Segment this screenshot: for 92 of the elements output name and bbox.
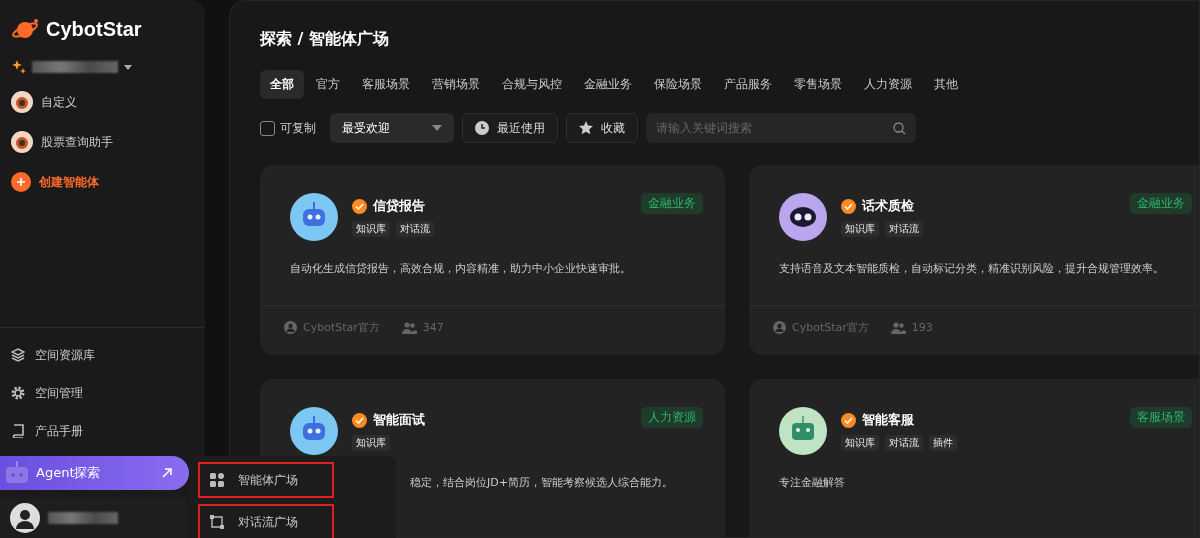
- agent-card[interactable]: 智能客服 知识库 对话流 插件 客服场景 专注金融解答: [749, 379, 1199, 537]
- card-description: 支持语音及文本智能质检，自动标记分类，精准识别风险，提升合规管理效率。: [779, 261, 1165, 277]
- category-tab[interactable]: 官方: [306, 70, 350, 99]
- caret-down-icon: [432, 125, 442, 131]
- agent-item[interactable]: 自定义: [0, 82, 205, 122]
- user-count: 193: [911, 321, 933, 334]
- popup-menu-item[interactable]: 智能体广场: [198, 462, 334, 498]
- category-tab[interactable]: 保险场景: [644, 70, 712, 99]
- verified-badge-icon: [841, 412, 856, 428]
- arrow-up-right-icon: [161, 467, 173, 479]
- clock-icon: [475, 121, 489, 135]
- feature-tag: 知识库: [841, 435, 879, 451]
- agent-name: 自定义: [41, 93, 77, 111]
- sidebar-item-label: 产品手册: [35, 422, 83, 440]
- category-tab[interactable]: 金融业务: [574, 70, 642, 99]
- redacted-user-name: [48, 512, 118, 524]
- feature-tag: 对话流: [885, 435, 923, 451]
- feature-tag: 知识库: [841, 221, 879, 237]
- search-icon: [893, 122, 906, 135]
- recent-button[interactable]: 最近使用: [462, 113, 558, 143]
- user-icon: [773, 321, 786, 334]
- agent-card[interactable]: 信贷报告 知识库 对话流 金融业务 自动化生成信贷报告，高效合规，内容精准，助力中小企业快速审批。 CybotStar官方 347: [260, 165, 725, 355]
- popup-menu-item[interactable]: 对话流广场: [198, 504, 334, 538]
- planet-logo-icon: [12, 18, 40, 40]
- create-agent-link[interactable]: 创建智能体: [0, 162, 205, 202]
- user-avatar-icon: [10, 503, 40, 533]
- category-tag: 人力资源: [641, 407, 703, 428]
- settings-icon: [11, 386, 25, 400]
- category-tag: 客服场景: [1130, 407, 1192, 428]
- user-icon: [284, 321, 297, 334]
- card-title: 智能客服: [862, 411, 914, 429]
- sidebar-item-label: 空间管理: [35, 384, 83, 402]
- category-tab[interactable]: 其他: [924, 70, 968, 99]
- brand-name: CybotStar: [46, 17, 142, 41]
- robot-avatar-icon: [11, 131, 33, 153]
- create-agent-label: 创建智能体: [39, 173, 99, 191]
- grid-icon: [210, 473, 224, 487]
- agent-name: 股票查询助手: [41, 133, 113, 151]
- robot-avatar-icon: [11, 91, 33, 113]
- caret-down-icon[interactable]: [124, 64, 132, 70]
- verified-badge-icon: [352, 412, 367, 428]
- user-count: 347: [422, 321, 444, 334]
- category-tag: 金融业务: [641, 193, 703, 214]
- users-icon: [890, 321, 906, 334]
- flow-icon: [210, 515, 224, 529]
- card-description: 自动化生成信贷报告，高效合规，内容精准，助力中小企业快速审批。: [290, 261, 632, 277]
- copyable-checkbox[interactable]: 可复制: [260, 119, 316, 137]
- favorites-button[interactable]: 收藏: [566, 113, 638, 143]
- feature-tag: 知识库: [352, 221, 390, 237]
- robot-avatar-icon: [290, 193, 338, 241]
- verified-badge-icon: [352, 198, 367, 214]
- page-title: 探索 / 智能体广场: [260, 29, 390, 50]
- sidebar-item[interactable]: 空间资源库: [0, 336, 205, 374]
- card-title: 智能面试: [373, 411, 425, 429]
- category-tab[interactable]: 全部: [260, 70, 304, 99]
- card-author: CybotStar官方: [792, 320, 869, 335]
- card-author: CybotStar官方: [303, 320, 380, 335]
- agent-card[interactable]: 话术质检 知识库 对话流 金融业务 支持语音及文本智能质检，自动标记分类，精准识别风险，提升合规管理效率。 CybotStar官方 193: [749, 165, 1199, 355]
- sidebar-item[interactable]: 空间管理: [0, 374, 205, 412]
- search-field[interactable]: 请输入关键词搜索: [646, 113, 916, 143]
- feature-tag: 对话流: [885, 221, 923, 237]
- card-description: 专注金融解答: [779, 475, 846, 491]
- category-tab[interactable]: 合规与风控: [492, 70, 572, 99]
- sort-dropdown[interactable]: 最受欢迎: [330, 113, 454, 143]
- star-icon: [579, 121, 593, 135]
- category-tab[interactable]: 客服场景: [352, 70, 420, 99]
- sparkle-icon: [12, 60, 26, 74]
- robot-avatar-icon: [290, 407, 338, 455]
- feature-tag: 知识库: [352, 435, 390, 451]
- robot-icon: [4, 460, 30, 486]
- sidebar-item-label: 空间资源库: [35, 346, 95, 364]
- category-tab[interactable]: 人力资源: [854, 70, 922, 99]
- user-panel[interactable]: [0, 498, 189, 538]
- agent-item[interactable]: 股票查询助手: [0, 122, 205, 162]
- feature-tag: 对话流: [396, 221, 434, 237]
- agent-explore-button[interactable]: Agent探索: [0, 456, 189, 490]
- category-tab[interactable]: 零售场景: [784, 70, 852, 99]
- card-title: 话术质检: [862, 197, 914, 215]
- plus-icon: [11, 172, 31, 192]
- robot-avatar-icon: [779, 407, 827, 455]
- verified-badge-icon: [841, 198, 856, 214]
- card-title: 信贷报告: [373, 197, 425, 215]
- users-icon: [401, 321, 417, 334]
- robot-avatar-icon: [779, 193, 827, 241]
- category-tab[interactable]: 产品服务: [714, 70, 782, 99]
- feature-tag: 插件: [929, 435, 957, 451]
- sidebar-item[interactable]: 产品手册: [0, 412, 205, 450]
- category-tab[interactable]: 营销场景: [422, 70, 490, 99]
- book-icon: [11, 424, 25, 438]
- category-tag: 金融业务: [1130, 193, 1192, 214]
- card-description: 稳定，结合岗位JD+简历，智能考察候选人综合能力。: [410, 475, 674, 491]
- layers-icon: [11, 348, 25, 362]
